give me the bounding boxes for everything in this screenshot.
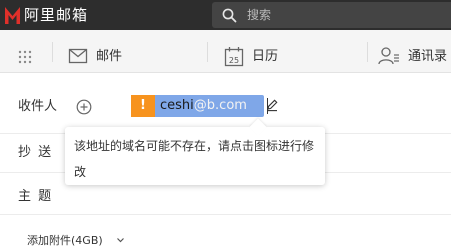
nav-item-label: 邮件 xyxy=(96,49,123,64)
recipient-address-text: ceshi@b.com xyxy=(160,97,247,115)
top-bar: 阿里邮箱 xyxy=(0,0,451,30)
address-domain-part: @b.com xyxy=(193,98,247,113)
calendar-icon: 25 xyxy=(224,47,244,67)
search-icon[interactable] xyxy=(222,8,237,23)
calendar-icon-day: 25 xyxy=(229,56,239,65)
warning-icon[interactable]: ! xyxy=(131,95,155,117)
divider xyxy=(0,214,451,215)
recipient-address[interactable]: ceshi@b.com xyxy=(155,95,278,117)
nav-item-label: 通讯录 xyxy=(408,49,448,64)
mail-icon xyxy=(68,48,88,64)
nav-item-calendar[interactable]: 25 日历 xyxy=(224,46,284,68)
add-contact-icon[interactable] xyxy=(76,99,92,115)
text-cursor xyxy=(267,98,268,114)
address-local-part: ceshi xyxy=(160,98,194,113)
nav-item-label: 日历 xyxy=(252,49,279,64)
nav-divider xyxy=(207,42,208,62)
search-input[interactable] xyxy=(247,7,427,23)
to-label: 收件人 xyxy=(18,99,58,114)
nav-item-contacts[interactable]: 通讯录 xyxy=(378,46,451,68)
domain-warning-tooltip: 该地址的域名可能不存在，请点击图标进行修改 xyxy=(65,118,325,185)
brand-name: 阿里邮箱 xyxy=(24,6,89,24)
nav-divider xyxy=(52,42,53,62)
aliyun-mail-logo[interactable] xyxy=(4,5,21,25)
subject-label: 主 题 xyxy=(18,189,52,204)
search-box[interactable] xyxy=(212,2,451,28)
app-grid-icon[interactable] xyxy=(18,50,32,64)
contacts-icon xyxy=(378,47,399,65)
cc-label: 抄 送 xyxy=(18,145,52,160)
chevron-down-icon[interactable] xyxy=(116,236,125,244)
nav-item-mail[interactable]: 邮件 xyxy=(68,46,128,68)
recipient-tag[interactable]: ! ceshi@b.com xyxy=(131,95,278,117)
add-attachment-button[interactable]: 添加附件(4GB) xyxy=(27,233,103,249)
tooltip-text: 该地址的域名可能不存在，请点击图标进行修改 xyxy=(74,139,315,179)
nav-divider xyxy=(367,42,368,62)
